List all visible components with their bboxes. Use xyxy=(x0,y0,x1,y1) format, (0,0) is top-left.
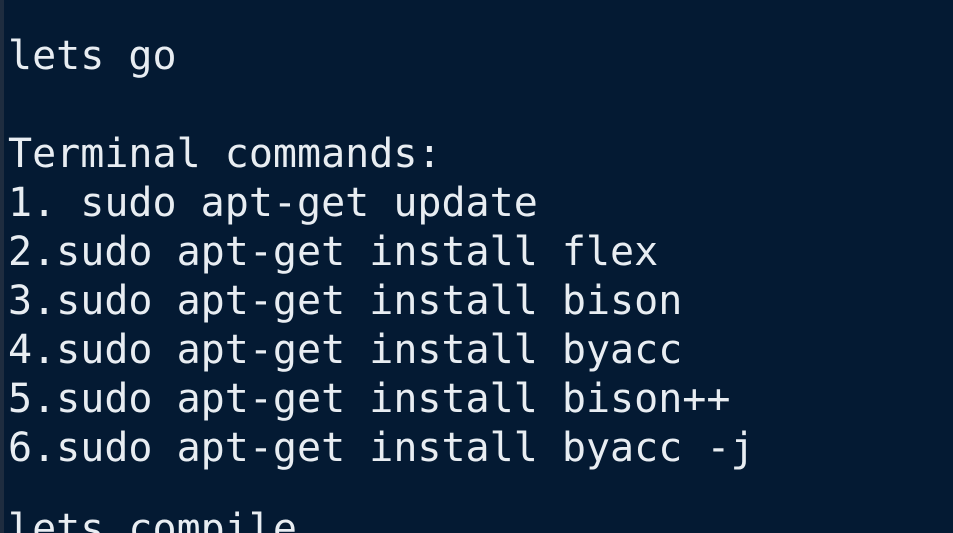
terminal-line-command-4: 4.sudo apt-get install byacc xyxy=(8,327,683,373)
terminal-line-command-5: 5.sudo apt-get install bison++ xyxy=(8,376,731,422)
terminal-line-intro: lets go xyxy=(8,33,177,79)
terminal-line-command-2: 2.sudo apt-get install flex xyxy=(8,229,659,275)
terminal-line-command-1: 1. sudo apt-get update xyxy=(8,180,538,226)
terminal-window[interactable]: lets go Terminal commands: 1. sudo apt-g… xyxy=(0,0,953,533)
terminal-line-command-6: 6.sudo apt-get install byacc -j xyxy=(8,425,755,471)
terminal-line-heading: Terminal commands: xyxy=(8,131,442,177)
terminal-left-border xyxy=(0,0,4,533)
terminal-line-command-3: 3.sudo apt-get install bison xyxy=(8,278,683,324)
terminal-line-partial: lets compile xyxy=(8,506,297,533)
